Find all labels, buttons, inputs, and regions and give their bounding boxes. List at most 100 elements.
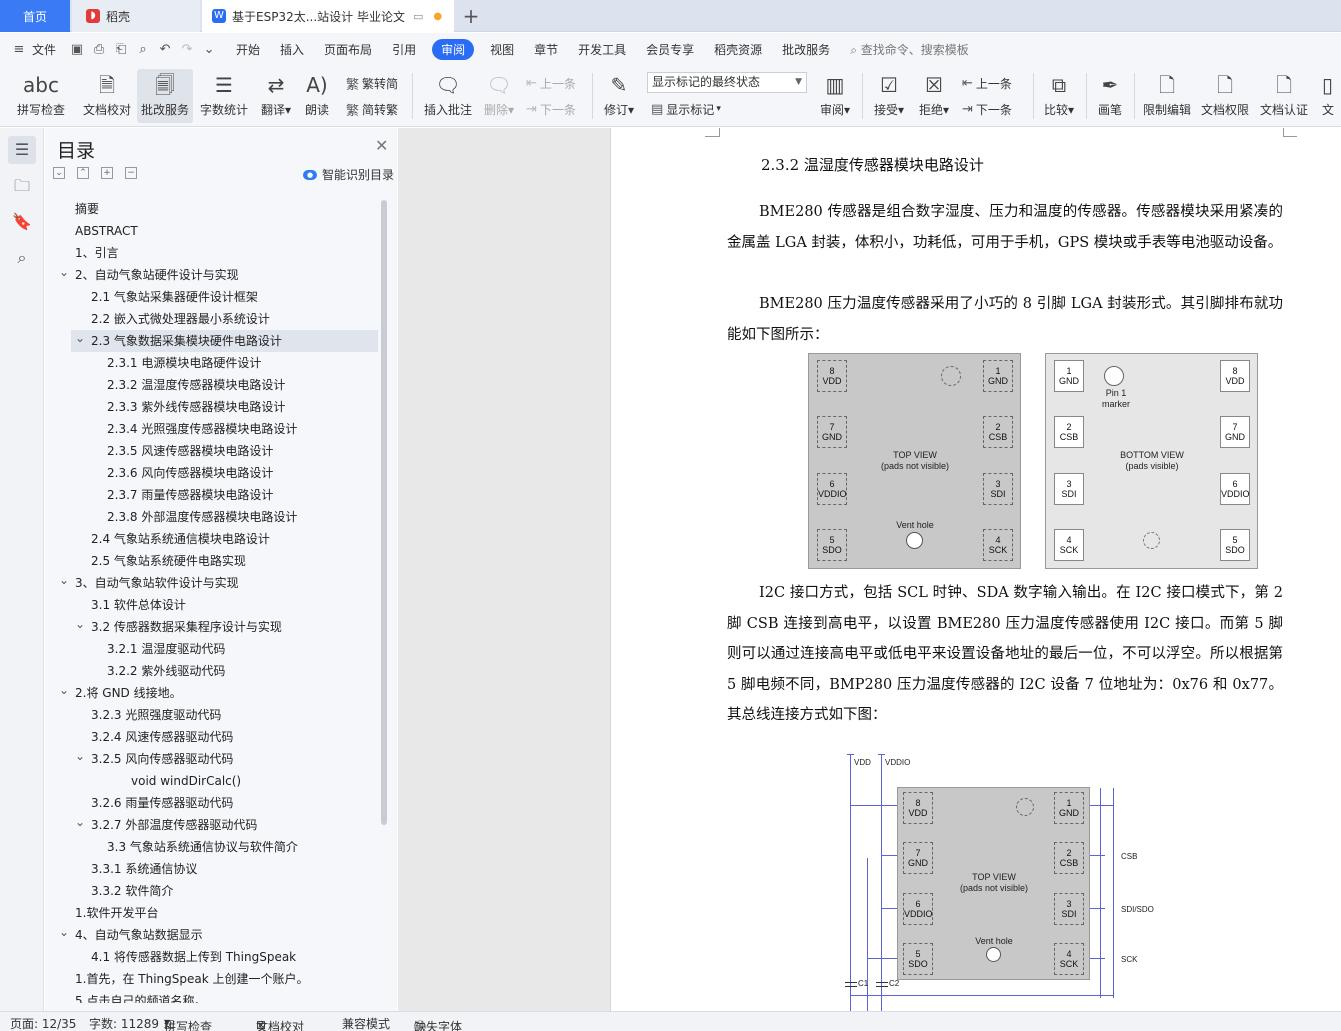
save-icon[interactable]: ▣ — [66, 42, 88, 57]
toc-item[interactable]: ⌄ 2.3 气象数据采集模块硬件电路设计 — [71, 330, 378, 352]
toc-item[interactable]: 3.1 软件总体设计 — [45, 594, 378, 616]
doc-proof-button[interactable]: 🗎 文档校对 — [79, 69, 135, 123]
toc-item[interactable]: 2.3.3 紫外线传感器模块电路设计 — [45, 396, 378, 418]
toc-item[interactable]: 4.1 将传感器数据上传到 ThingSpeak — [45, 946, 378, 968]
toc-item[interactable]: ⌄ 2.将 GND 线接地。 — [45, 682, 378, 704]
menu-review-service[interactable]: 批改服务 — [772, 41, 840, 58]
toc-item[interactable]: 3.2.6 雨量传感器驱动代码 — [45, 792, 378, 814]
quick-access-more-icon[interactable]: ⌄ — [198, 42, 220, 57]
toc-item[interactable]: 2.3.4 光照强度传感器模块电路设计 — [45, 418, 378, 440]
review-service-button[interactable]: 🗐 批改服务 — [137, 69, 193, 123]
chevron-down-icon[interactable]: ⌄ — [59, 569, 69, 591]
menu-review[interactable]: 审阅 — [432, 38, 475, 60]
redo-icon[interactable]: ↷ — [176, 42, 198, 57]
tab-document[interactable]: W 基于ESP32太...站设计 毕业论文 ▭ ● — [202, 0, 454, 32]
toc-item[interactable]: 3.2.1 温湿度驱动代码 — [45, 638, 378, 660]
toc-item[interactable]: ⌄ 3.2.7 外部温度传感器驱动代码 — [45, 814, 378, 836]
toc-item[interactable]: 2.1 气象站采集器硬件设计框架 — [45, 286, 378, 308]
find-icon[interactable]: ⌕ — [8, 244, 36, 272]
add-level-icon[interactable]: + — [101, 167, 113, 179]
word-count[interactable]: 字数: 11289 — [89, 1015, 159, 1031]
menu-view[interactable]: 视图 — [480, 41, 524, 58]
chevron-down-icon[interactable]: ⌄ — [59, 679, 69, 701]
toc-item[interactable]: 2.2 嵌入式微处理器最小系统设计 — [45, 308, 378, 330]
delete-comment-button[interactable]: 🗨 删除▾ — [481, 69, 517, 123]
chevron-down-icon[interactable]: ⌄ — [75, 745, 85, 767]
toc-item[interactable]: 摘要 — [45, 198, 378, 220]
menu-file[interactable]: 文件 — [30, 41, 66, 58]
toc-item[interactable]: 2.5 气象站系统硬件电路实现 — [45, 550, 378, 572]
toc-item[interactable]: ⌄ 3.2.5 风向传感器驱动代码 — [45, 748, 378, 770]
toc-item[interactable]: 3.2.3 光照强度驱动代码 — [45, 704, 378, 726]
menu-member[interactable]: 会员专享 — [636, 41, 704, 58]
print-icon[interactable]: ⎗ — [110, 42, 132, 57]
menu-start[interactable]: 开始 — [226, 41, 270, 58]
trad-to-simp-button[interactable]: 繁繁转简 — [346, 73, 398, 93]
toc-item[interactable]: 3.3.2 软件简介 — [45, 880, 378, 902]
toc-item[interactable]: 2.3.8 外部温度传感器模块电路设计 — [45, 506, 378, 528]
toc-item[interactable]: ⌄ 4、自动气象站数据显示 — [45, 924, 378, 946]
bookmark-icon[interactable]: 🔖 — [8, 208, 36, 236]
tab-home[interactable]: 首页 — [0, 0, 70, 32]
toc-item[interactable]: 3.3 气象站系统通信协议与软件简介 — [45, 836, 378, 858]
word-count-button[interactable]: ☰ 字数统计 — [198, 69, 250, 123]
expand-all-icon[interactable]: ⌄ — [53, 167, 65, 179]
toc-item[interactable]: 2.3.2 温湿度传感器模块电路设计 — [45, 374, 378, 396]
restrict-edit-button[interactable]: 🗋 限制编辑 — [1142, 69, 1192, 123]
toc-item[interactable]: 3.2.4 风速传感器驱动代码 — [45, 726, 378, 748]
hamburger-menu-icon[interactable]: ≡ — [8, 42, 30, 57]
toc-item[interactable]: 2.4 气象站系统通信模块电路设计 — [45, 528, 378, 550]
toc-item[interactable]: ⌄ 3、自动气象站软件设计与实现 — [45, 572, 378, 594]
new-tab-plus-icon[interactable]: + — [458, 0, 484, 32]
doc-cert-button[interactable]: 🗋 文档认证 — [1259, 69, 1309, 123]
toc-item[interactable]: ABSTRACT — [45, 220, 378, 242]
accept-button[interactable]: ☑ 接受▾ — [870, 69, 908, 123]
toc-panel-icon[interactable]: ☰ — [8, 136, 36, 164]
prev-change-button[interactable]: ⇤ 上一条 — [962, 73, 1012, 93]
chevron-down-icon[interactable]: ⌄ — [75, 811, 85, 833]
next-comment-button[interactable]: ⇥ 下一条 — [526, 99, 576, 119]
track-changes-button[interactable]: ✎ 修订▾ — [601, 69, 637, 123]
remove-level-icon[interactable]: − — [125, 167, 137, 179]
next-change-button[interactable]: ⇥ 下一条 — [962, 99, 1012, 119]
toc-item[interactable]: ⌄ 3.2 传感器数据采集程序设计与实现 — [45, 616, 378, 638]
toc-item[interactable]: 5.点击自己的频道名称。 — [45, 990, 378, 1003]
reject-button[interactable]: ☒ 拒绝▾ — [915, 69, 953, 123]
toc-item[interactable]: 2.3.6 风向传感器模块电路设计 — [45, 462, 378, 484]
undo-icon[interactable]: ↶ — [154, 42, 176, 57]
close-icon[interactable]: ✕ — [375, 136, 388, 155]
more-ribbon-button[interactable]: ▯ 文 — [1322, 69, 1341, 123]
menu-reference[interactable]: 引用 — [382, 41, 426, 58]
toc-item[interactable]: 2.3.1 电源模块电路硬件设计 — [45, 352, 378, 374]
toc-item[interactable]: 3.2.2 紫外线驱动代码 — [45, 660, 378, 682]
menu-layout[interactable]: 页面布局 — [314, 41, 382, 58]
export-pdf-icon[interactable]: ⎙ — [88, 42, 110, 57]
toc-item[interactable]: 3.3.1 系统通信协议 — [45, 858, 378, 880]
toc-item[interactable]: 2.3.5 风速传感器模块电路设计 — [45, 440, 378, 462]
menu-chapter[interactable]: 章节 — [524, 41, 568, 58]
markup-state-select[interactable]: 显示标记的最终状态 ▼ — [647, 72, 807, 93]
toc-item[interactable]: 1.首先，在 ThingSpeak 上创建一个账户。 — [45, 968, 378, 990]
prev-comment-button[interactable]: ⇤ 上一条 — [526, 73, 576, 93]
chevron-down-icon[interactable]: ⌄ — [59, 921, 69, 943]
tab-pin-icon[interactable]: ▭ — [413, 10, 423, 23]
toc-scrollbar[interactable] — [381, 200, 387, 825]
toc-item[interactable]: 1、引言 — [45, 242, 378, 264]
menu-insert[interactable]: 插入 — [270, 41, 314, 58]
smart-toc-button[interactable]: ● 智能识别目录 — [303, 166, 394, 183]
simp-to-trad-button[interactable]: 繁简转繁 — [346, 99, 398, 119]
toc-item[interactable]: 1.软件开发平台 — [45, 902, 378, 924]
chevron-down-icon[interactable]: ⌄ — [75, 613, 85, 635]
tab-daoke[interactable]: ◗ 稻壳 — [72, 0, 200, 32]
chevron-down-icon[interactable]: ⌄ — [75, 327, 85, 349]
collapse-all-icon[interactable]: ⌃ — [77, 167, 89, 179]
compare-button[interactable]: ⧉ 比较▾ — [1040, 69, 1078, 123]
toc-item[interactable]: ⌄ 2、自动气象站硬件设计与实现 — [45, 264, 378, 286]
menu-devtools[interactable]: 开发工具 — [568, 41, 636, 58]
translate-button[interactable]: ⇄ 翻译▾ — [257, 69, 295, 123]
toc-item[interactable]: void windDirCalc() — [45, 770, 378, 792]
menu-daoke-resources[interactable]: 稻壳资源 — [704, 41, 772, 58]
show-markup-button[interactable]: ▤ 显示标记 ▾ — [651, 99, 721, 119]
chapter-nav-icon[interactable]: 🗀 — [8, 172, 36, 200]
pen-button[interactable]: ✒ 画笔 — [1094, 69, 1126, 123]
